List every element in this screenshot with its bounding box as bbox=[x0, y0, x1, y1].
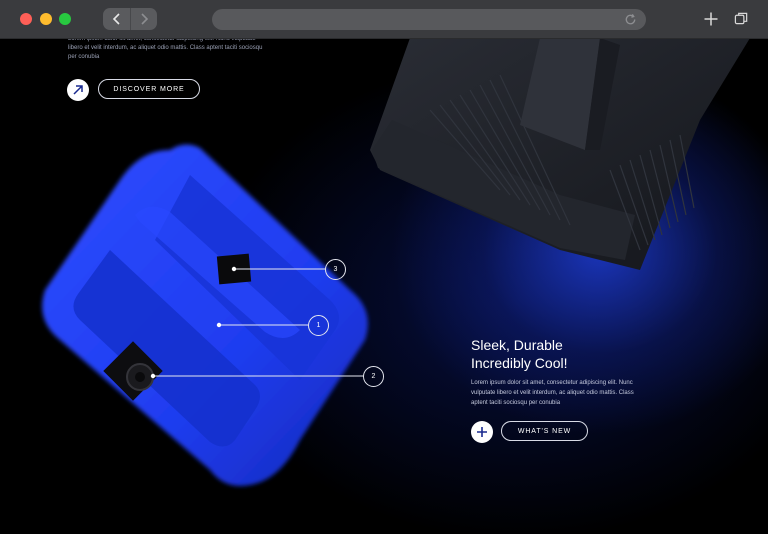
new-tab-icon[interactable] bbox=[703, 11, 719, 27]
reload-icon[interactable] bbox=[623, 12, 638, 27]
forward-button[interactable] bbox=[130, 8, 157, 30]
discover-more-button[interactable]: DISCOVER MORE bbox=[98, 79, 200, 99]
intro-paragraph: Lorem ipsum dolor sit amet, consectetur … bbox=[68, 36, 263, 60]
dark-speaker bbox=[370, 38, 750, 270]
history-nav bbox=[103, 8, 157, 30]
address-bar[interactable] bbox=[212, 9, 646, 30]
feature-paragraph: Lorem ipsum dolor sit amet, consectetur … bbox=[471, 380, 634, 406]
minimize-window-button[interactable] bbox=[40, 13, 52, 25]
close-window-button[interactable] bbox=[20, 13, 32, 25]
hotspot-2[interactable]: 2 bbox=[363, 366, 384, 387]
headline-line-1: Sleek, Durable bbox=[471, 337, 563, 353]
tabs-overview-icon[interactable] bbox=[734, 11, 749, 26]
feature-headline: Sleek, Durable Incredibly Cool! bbox=[471, 336, 631, 372]
hotspot-label: 1 bbox=[316, 322, 321, 329]
hotspot-1[interactable]: 1 bbox=[308, 315, 329, 336]
plus-icon bbox=[477, 427, 487, 437]
url-input[interactable] bbox=[224, 11, 618, 30]
whats-new-button[interactable]: WHAT'S NEW bbox=[501, 421, 588, 441]
chevron-left-icon bbox=[112, 13, 120, 25]
discover-more-icon-button[interactable] bbox=[67, 79, 89, 101]
maximize-window-button[interactable] bbox=[59, 13, 71, 25]
whats-new-icon-button[interactable] bbox=[471, 421, 493, 443]
headline-line-2: Incredibly Cool! bbox=[471, 355, 568, 371]
hotspot-label: 2 bbox=[371, 373, 376, 380]
hotspot-label: 3 bbox=[333, 266, 338, 273]
browser-toolbar bbox=[0, 0, 768, 39]
back-button[interactable] bbox=[103, 8, 131, 30]
hotspot-3[interactable]: 3 bbox=[325, 259, 346, 280]
chevron-right-icon bbox=[140, 13, 148, 25]
arrow-up-right-icon bbox=[73, 85, 83, 95]
page-stage: 3 1 2 Lorem ipsum dolor sit amet, consec… bbox=[0, 0, 768, 534]
